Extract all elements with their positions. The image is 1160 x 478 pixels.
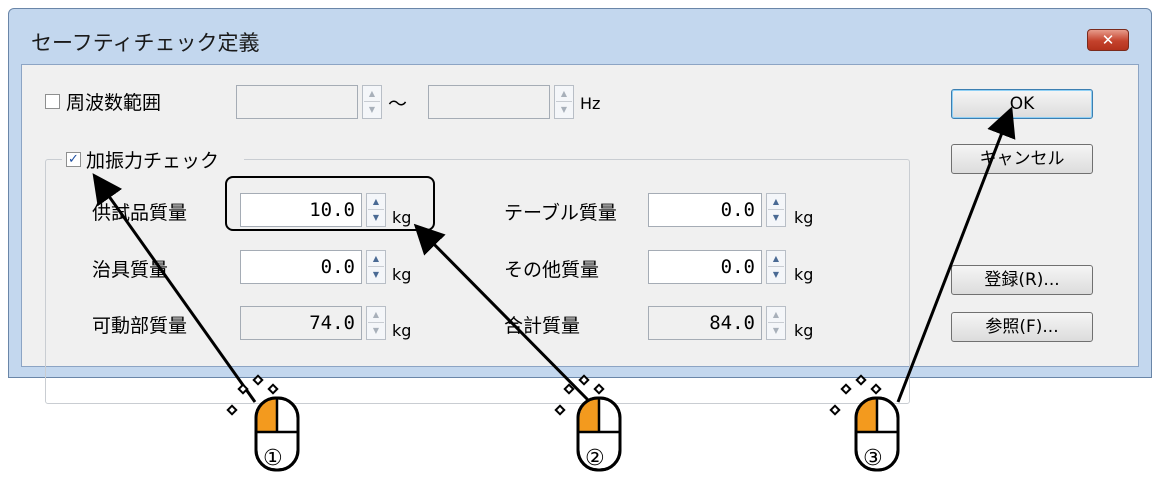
arrow-to-test-mass — [413, 223, 592, 404]
callout-number-1: ① — [263, 446, 283, 471]
arrow-to-vib-checkbox — [92, 173, 257, 403]
arrow-to-ok — [896, 106, 1016, 403]
callout-number-3: ③ — [863, 446, 883, 471]
annotation-overlay: ① ② ③ — [92, 106, 1016, 472]
callout-number-2: ② — [585, 446, 605, 471]
